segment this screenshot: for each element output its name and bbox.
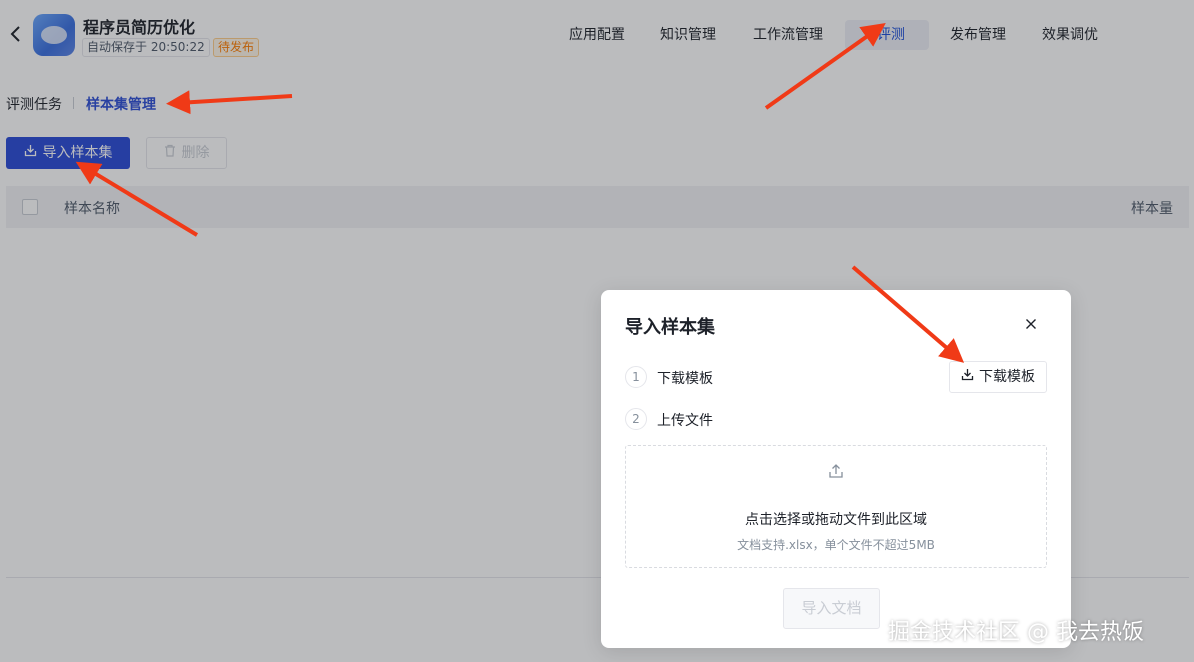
import-sample-set-dialog: 导入样本集 1 下载模板 下载模板 2 上传文件 点击选择或拖动文件到此区域 文… xyxy=(601,290,1071,648)
upload-title: 点击选择或拖动文件到此区域 xyxy=(745,512,927,528)
step-number: 2 xyxy=(625,408,647,430)
step-label-download: 下载模板 xyxy=(657,371,713,387)
file-upload-dropzone[interactable]: 点击选择或拖动文件到此区域 文档支持.xlsx，单个文件不超过5MB xyxy=(625,445,1047,568)
download-template-button[interactable]: 下载模板 xyxy=(949,361,1047,393)
upload-hint: 文档支持.xlsx，单个文件不超过5MB xyxy=(737,538,935,552)
watermark: 掘金技术社区 @ 我去热饭 xyxy=(888,620,1144,645)
download-icon xyxy=(961,363,974,393)
upload-icon xyxy=(826,462,846,482)
import-document-button[interactable]: 导入文档 xyxy=(783,588,880,629)
close-icon[interactable] xyxy=(1022,315,1040,333)
step-label-upload: 上传文件 xyxy=(657,413,713,429)
download-template-label: 下载模板 xyxy=(979,369,1035,385)
dialog-title: 导入样本集 xyxy=(625,317,715,338)
step-number: 1 xyxy=(625,366,647,388)
